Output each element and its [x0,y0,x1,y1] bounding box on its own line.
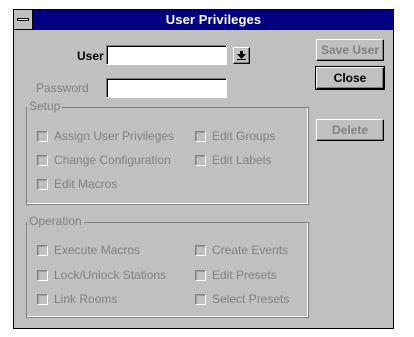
checkbox-link-rooms[interactable]: Link Rooms [37,290,117,308]
checkbox-icon[interactable] [37,154,48,166]
edit-macros-label: Edit Macros [54,177,118,191]
execute-macros-label: Execute Macros [54,243,141,257]
checkbox-icon[interactable] [195,154,206,166]
link-rooms-label: Link Rooms [54,292,118,306]
checkbox-icon[interactable] [37,269,48,281]
edit-labels-label: Edit Labels [212,153,272,167]
setup-group: Setup Assign User Privileges Edit Groups… [26,99,309,205]
change-configuration-label: Change Configuration [54,153,171,167]
system-menu-bar [17,18,29,21]
checkbox-icon[interactable] [37,130,48,142]
checkbox-lock-unlock-stations[interactable]: Lock/Unlock Stations [37,266,166,284]
operation-group: Operation Execute Macros Create Events L… [26,214,309,318]
operation-legend: Operation [27,214,84,228]
lock-unlock-stations-label: Lock/Unlock Stations [54,268,167,282]
user-input[interactable] [106,45,227,65]
checkbox-assign-user-privileges[interactable]: Assign User Privileges [37,127,174,145]
title-bar: User Privileges [14,10,393,30]
assign-user-privileges-label: Assign User Privileges [54,129,175,143]
checkbox-create-events[interactable]: Create Events [195,241,288,259]
checkbox-icon[interactable] [195,244,206,256]
checkbox-icon[interactable] [195,130,206,142]
edit-presets-label: Edit Presets [212,268,277,282]
checkbox-icon[interactable] [195,269,206,281]
close-button[interactable]: Close [315,66,385,90]
user-label: User [77,49,104,63]
delete-button[interactable]: Delete [316,119,384,141]
checkbox-edit-presets[interactable]: Edit Presets [195,266,277,284]
window-title: User Privileges [165,12,262,27]
setup-legend: Setup [27,99,63,113]
checkbox-edit-macros[interactable]: Edit Macros [37,175,117,193]
checkbox-icon[interactable] [195,293,206,305]
checkbox-icon[interactable] [37,293,48,305]
select-presets-label: Select Presets [212,292,290,306]
password-input[interactable] [106,78,227,98]
checkbox-edit-groups[interactable]: Edit Groups [195,127,275,145]
save-user-button[interactable]: Save User [316,39,384,61]
chevron-down-icon [237,51,246,60]
create-events-label: Create Events [212,243,289,257]
edit-groups-label: Edit Groups [212,129,276,143]
checkbox-select-presets[interactable]: Select Presets [195,290,289,308]
checkbox-execute-macros[interactable]: Execute Macros [37,241,140,259]
password-label: Password [36,81,89,95]
user-dropdown-button[interactable] [233,47,250,64]
checkbox-edit-labels[interactable]: Edit Labels [195,151,271,169]
system-menu-icon[interactable] [14,10,33,29]
checkbox-change-configuration[interactable]: Change Configuration [37,151,171,169]
checkbox-icon[interactable] [37,178,48,190]
checkbox-icon[interactable] [37,244,48,256]
user-privileges-window: User Privileges User Password Save User … [13,9,394,329]
